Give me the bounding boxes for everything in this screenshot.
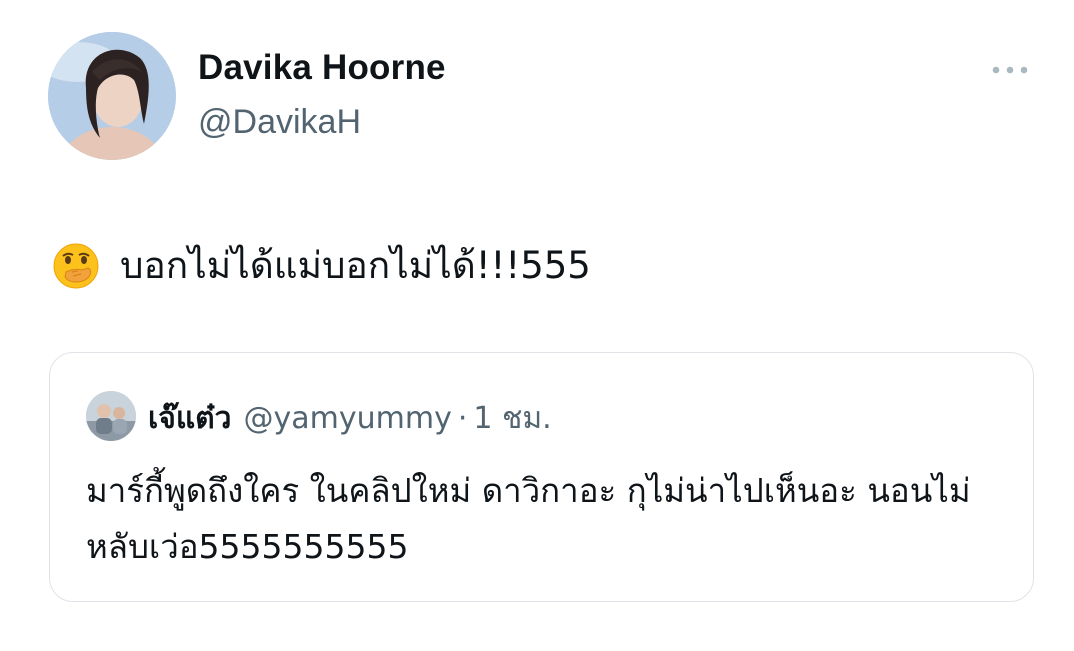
author-display-name[interactable]: Davika Hoorne — [198, 48, 446, 88]
quoted-author-display-name[interactable]: เจ๊แต๋ว — [148, 395, 232, 442]
header-separator: · — [457, 401, 468, 436]
tweet-card: Davika Hoorne @DavikaH บอกไม่ได้แม่บอกไม… — [0, 0, 1074, 651]
quoted-author-avatar[interactable] — [86, 391, 136, 441]
author-avatar[interactable] — [48, 32, 176, 160]
tweet-text: บอกไม่ได้แม่บอกไม่ได้!!!555 — [120, 244, 591, 287]
quoted-tweet-header: เจ๊แต๋ว @yamyummy · 1 ชม. — [148, 395, 552, 442]
quoted-tweet-timestamp[interactable]: 1 ชม. — [473, 395, 551, 442]
avatar-image — [48, 32, 176, 160]
quoted-author-handle[interactable]: @yamyummy — [244, 401, 452, 436]
author-handle[interactable]: @DavikaH — [198, 103, 361, 142]
quoted-tweet-card[interactable]: เจ๊แต๋ว @yamyummy · 1 ชม. มาร์กี้พูดถึงใ… — [49, 352, 1034, 602]
quoted-tweet-text: มาร์กี้พูดถึงใคร ในคลิปใหม่ ดาวิกาอะ กุไ… — [86, 471, 971, 566]
more-horizontal-icon — [992, 66, 1028, 74]
tweet-body: บอกไม่ได้แม่บอกไม่ได้!!!555 — [52, 236, 591, 295]
face-with-hand-over-mouth-icon — [52, 242, 100, 290]
quoted-avatar-image — [86, 391, 136, 441]
more-options-button[interactable] — [988, 56, 1032, 84]
